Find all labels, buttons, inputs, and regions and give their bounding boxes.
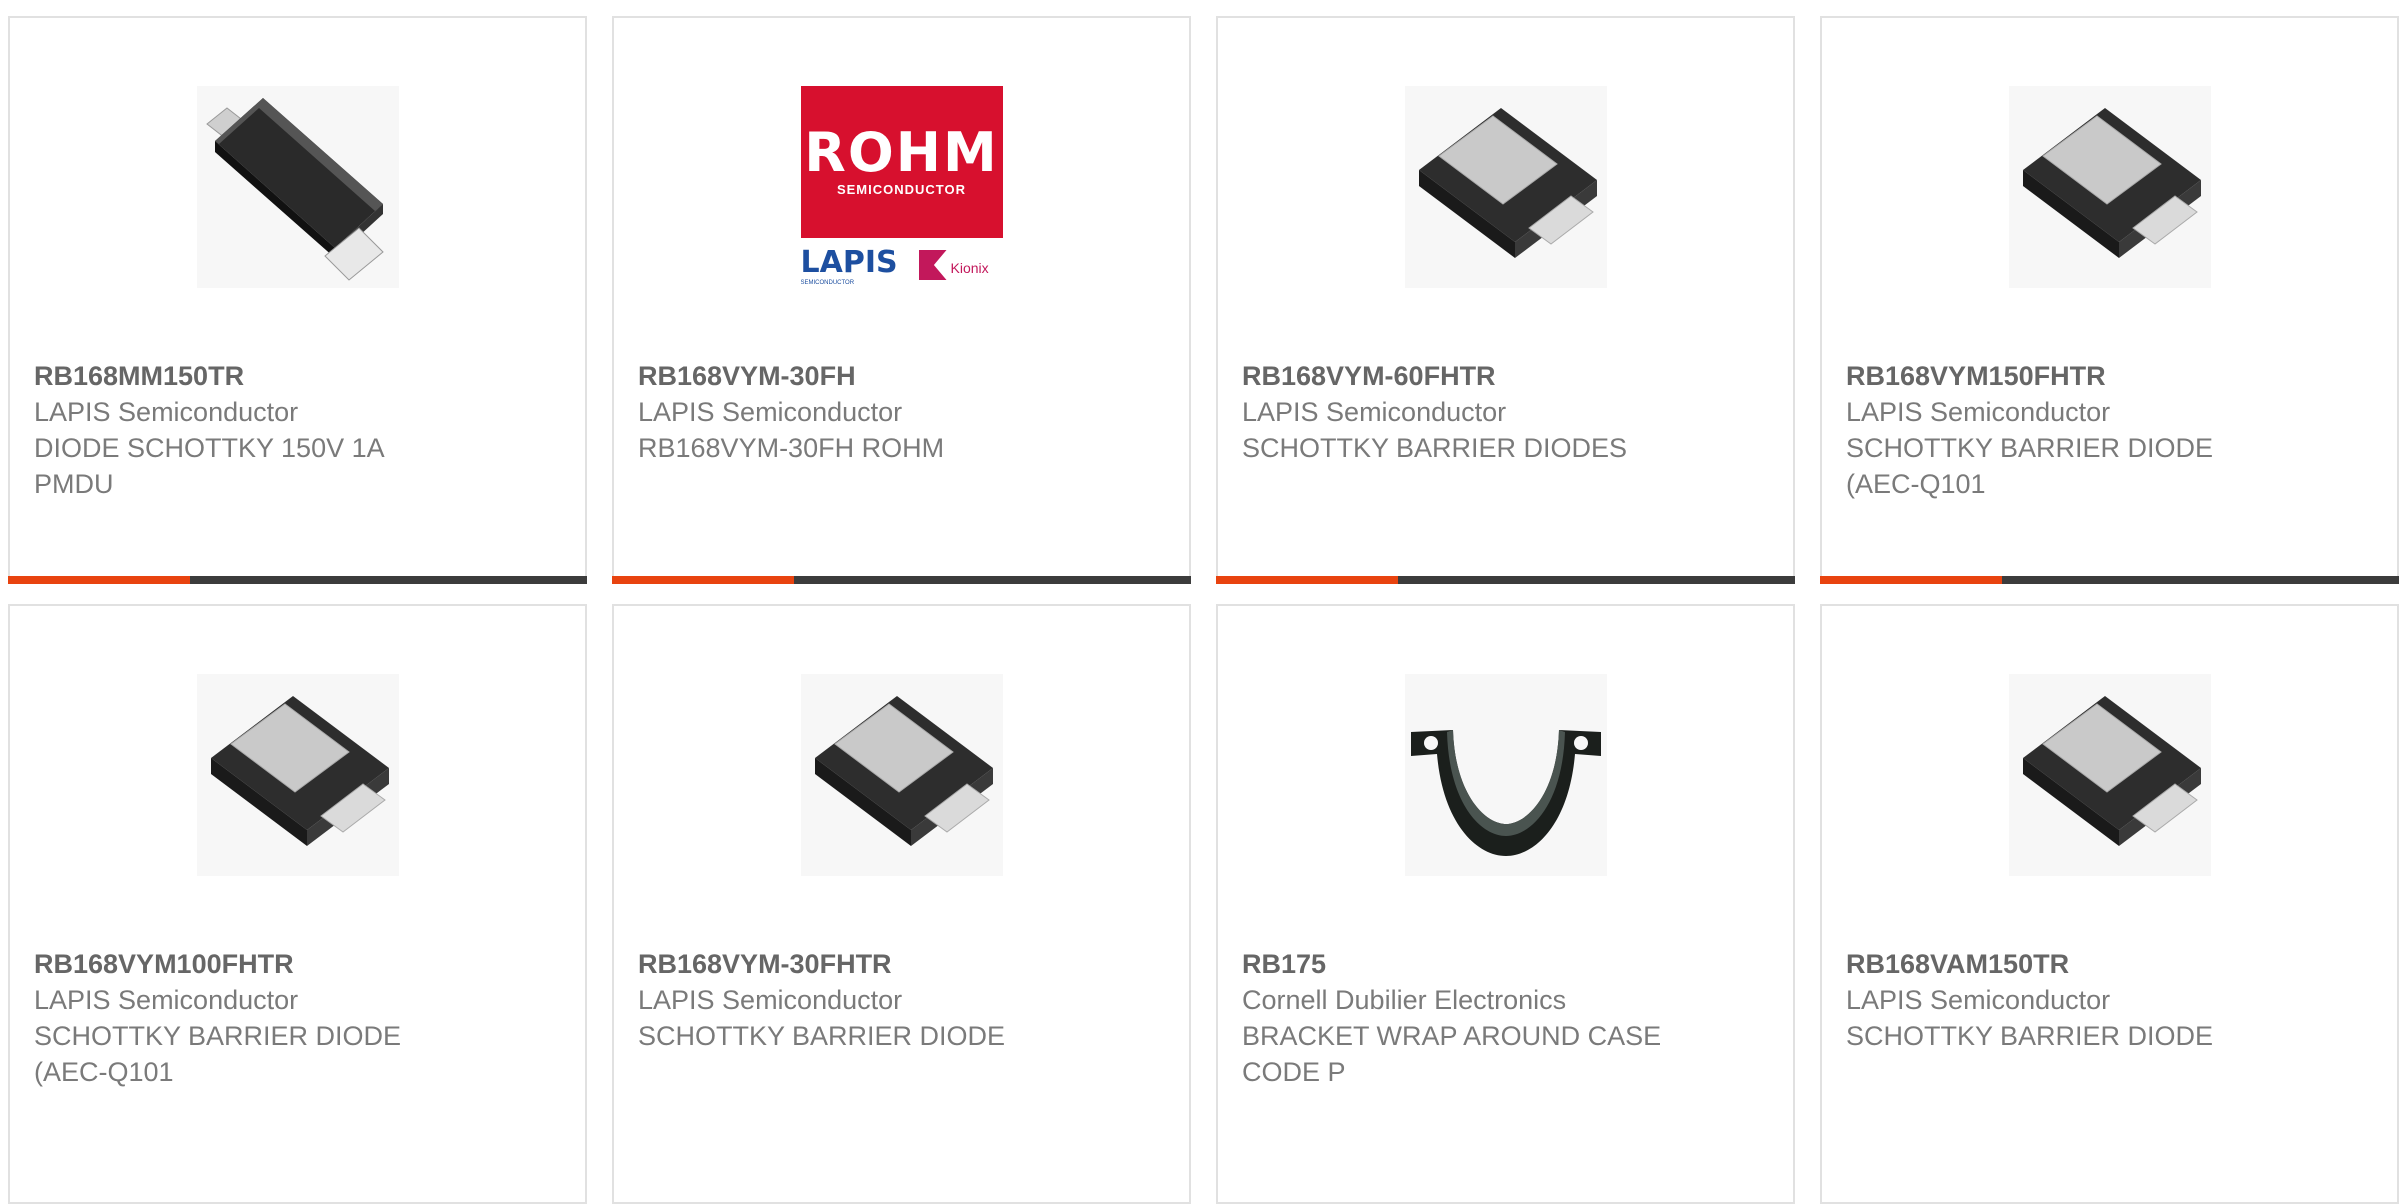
product-card[interactable]: RB168VYM-60FHTR LAPIS Semiconductor SCHO… [1216, 16, 1795, 584]
card-bottom-bar [1216, 576, 1795, 584]
manufacturer: LAPIS Semiconductor [1242, 397, 1507, 427]
description: BRACKET WRAP AROUND CASE CODE P [1242, 1021, 1662, 1087]
product-info: RB168VYM100FHTR LAPIS Semiconductor SCHO… [34, 946, 561, 1090]
kionix-logo: Kionix [918, 246, 1001, 286]
description: SCHOTTKY BARRIER DIODE (AEC-Q101 [34, 1021, 402, 1087]
part-number[interactable]: RB168MM150TR [34, 358, 561, 394]
part-number[interactable]: RB168VYM-30FH [638, 358, 1165, 394]
card-bottom-bar [8, 576, 587, 584]
manufacturer: LAPIS Semiconductor [638, 985, 903, 1015]
product-card[interactable]: RB175 Cornell Dubilier Electronics BRACK… [1216, 604, 1795, 1204]
product-card[interactable]: RB168VAM150TR LAPIS Semiconductor SCHOTT… [1820, 604, 2399, 1204]
product-grid: RB168MM150TR LAPIS Semiconductor DIODE S… [8, 16, 2399, 1204]
diode-smd-image[interactable] [1404, 86, 1607, 288]
description: SCHOTTKY BARRIER DIODES [1242, 433, 1628, 463]
rohm-lapis-kionix-logo[interactable]: ROHM SEMICONDUCTOR LAPIS SEMICONDUCTOR K… [800, 86, 1003, 288]
diode-smd-image[interactable] [800, 674, 1003, 876]
card-bar-accent [612, 576, 794, 584]
rohm-logo-text: ROHM [804, 121, 999, 184]
manufacturer: LAPIS Semiconductor [638, 397, 903, 427]
product-card[interactable]: ROHM SEMICONDUCTOR LAPIS SEMICONDUCTOR K… [612, 16, 1191, 584]
part-number[interactable]: RB175 [1242, 946, 1769, 982]
diode-smd-image[interactable] [196, 674, 399, 876]
part-number[interactable]: RB168VYM-30FHTR [638, 946, 1165, 982]
description: SCHOTTKY BARRIER DIODE [1846, 1021, 2214, 1051]
manufacturer: LAPIS Semiconductor [34, 985, 299, 1015]
lapis-logo-subtext: SEMICONDUCTOR [800, 280, 855, 286]
product-info: RB168VYM150FHTR LAPIS Semiconductor SCHO… [1846, 358, 2373, 502]
product-info: RB168VYM-30FH LAPIS Semiconductor RB168V… [638, 358, 1165, 466]
product-info: RB168VAM150TR LAPIS Semiconductor SCHOTT… [1846, 946, 2373, 1054]
description: RB168VYM-30FH ROHM [638, 433, 945, 463]
part-number[interactable]: RB168VAM150TR [1846, 946, 2373, 982]
manufacturer: LAPIS Semiconductor [1846, 985, 2111, 1015]
bracket-image[interactable] [1404, 674, 1607, 876]
brand-logo: ROHM SEMICONDUCTOR LAPIS SEMICONDUCTOR K… [800, 86, 1003, 288]
description: SCHOTTKY BARRIER DIODE (AEC-Q101 [1846, 433, 2214, 499]
product-info: RB168MM150TR LAPIS Semiconductor DIODE S… [34, 358, 561, 502]
rohm-logo-subtext: SEMICONDUCTOR [836, 182, 967, 197]
card-bar-accent [1216, 576, 1398, 584]
manufacturer: LAPIS Semiconductor [34, 397, 299, 427]
diode-smd-image[interactable] [2008, 86, 2211, 288]
kionix-mark-icon [918, 250, 947, 280]
card-bottom-bar [1820, 576, 2399, 584]
product-card[interactable]: RB168VYM100FHTR LAPIS Semiconductor SCHO… [8, 604, 587, 1204]
card-bottom-bar [612, 576, 1191, 584]
diode-pmdu-image[interactable] [196, 86, 399, 288]
rohm-logo-block: ROHM SEMICONDUCTOR [800, 86, 1003, 238]
diode-smd-image[interactable] [2008, 674, 2211, 876]
product-info: RB168VYM-30FHTR LAPIS Semiconductor SCHO… [638, 946, 1165, 1054]
part-number[interactable]: RB168VYM-60FHTR [1242, 358, 1769, 394]
description: SCHOTTKY BARRIER DIODE [638, 1021, 1006, 1051]
card-bar-accent [1820, 576, 2002, 584]
product-card[interactable]: RB168MM150TR LAPIS Semiconductor DIODE S… [8, 16, 587, 584]
product-info: RB175 Cornell Dubilier Electronics BRACK… [1242, 946, 1769, 1090]
part-number[interactable]: RB168VYM150FHTR [1846, 358, 2373, 394]
kionix-logo-text: Kionix [950, 260, 989, 276]
product-card[interactable]: RB168VYM-30FHTR LAPIS Semiconductor SCHO… [612, 604, 1191, 1204]
product-info: RB168VYM-60FHTR LAPIS Semiconductor SCHO… [1242, 358, 1769, 466]
card-bar-accent [8, 576, 190, 584]
product-card[interactable]: RB168VYM150FHTR LAPIS Semiconductor SCHO… [1820, 16, 2399, 584]
manufacturer: LAPIS Semiconductor [1846, 397, 2111, 427]
part-number[interactable]: RB168VYM100FHTR [34, 946, 561, 982]
lapis-logo-text: LAPIS [800, 245, 898, 280]
manufacturer: Cornell Dubilier Electronics [1242, 985, 1567, 1015]
description: DIODE SCHOTTKY 150V 1A PMDU [34, 433, 384, 499]
